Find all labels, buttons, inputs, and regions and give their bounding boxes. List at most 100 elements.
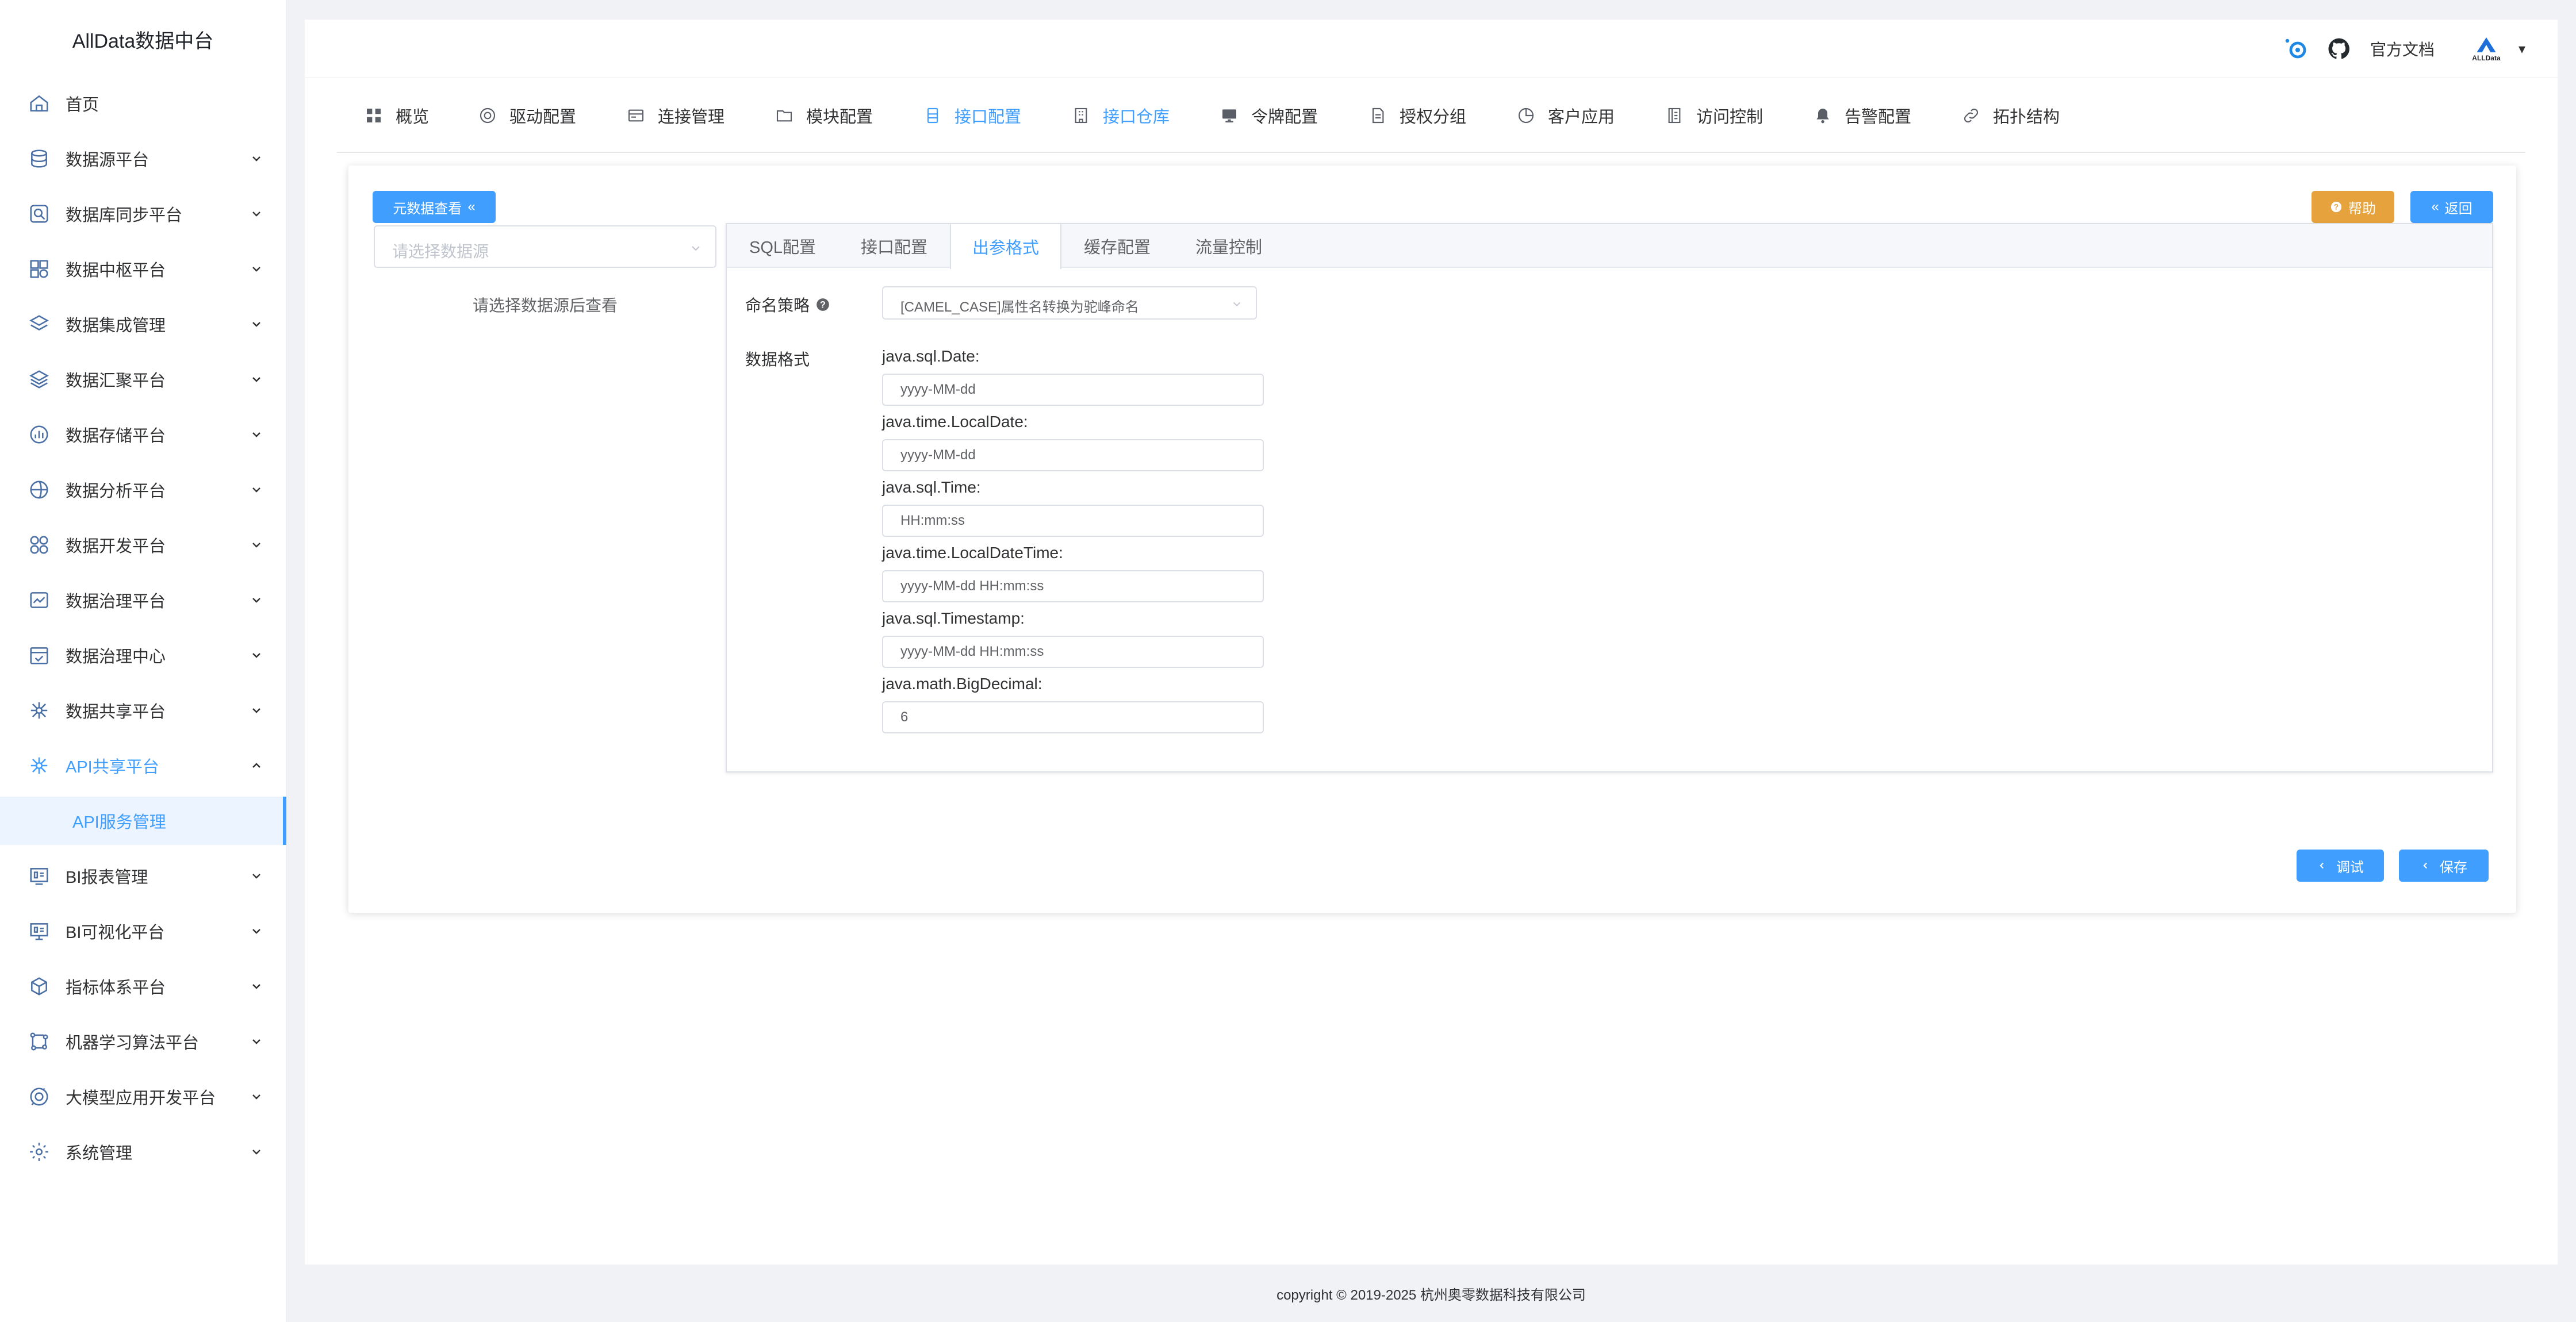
bigdecimal-input[interactable] [882,701,1264,733]
driver-icon [480,107,496,124]
metadata-view-button[interactable]: 元数据查看 « [373,191,496,223]
sidebar-item-bi-visual[interactable]: BI可视化平台 [0,904,286,959]
naming-strategy-select[interactable]: [CAMEL_CASE]属性名转换为驼峰命名 [882,286,1257,320]
tab-interface-config[interactable]: 接口配置 [838,224,950,268]
sql-timestamp-input-field[interactable] [883,637,1263,667]
chevron-down-icon [252,929,260,934]
topnav-auth-group[interactable]: 授权分组 [1368,101,1466,130]
chevron-down-icon [252,543,260,548]
pie-icon [1518,107,1534,124]
hub-icon [28,258,51,280]
sidebar-item-llm[interactable]: 大模型应用开发平台 [0,1069,286,1124]
tab-sql-config[interactable]: SQL配置 [727,224,838,268]
sidebar-item-governance[interactable]: 数据治理平台 [0,572,286,628]
sidebar-item-metrics[interactable]: 指标体系平台 [0,959,286,1014]
topnav-interface[interactable]: 接口配置 [923,101,1021,130]
topnav-warehouse[interactable]: 接口仓库 [1072,101,1170,130]
layers-icon [28,313,51,336]
topnav-alert[interactable]: 告警配置 [1814,101,1911,130]
datasource-select[interactable]: 请选择数据源 [374,225,716,268]
sidebar-subitem-label: API服务管理 [72,813,166,832]
sql-time-input[interactable] [882,505,1264,537]
naming-strategy-label: 命名策略 ? [745,293,830,316]
sidebar-item-api[interactable]: API共享平台 [0,738,286,793]
local-date-input-field[interactable] [883,440,1263,470]
avatar[interactable]: ALLData [2469,36,2504,62]
sidebar-item-aggregation[interactable]: 数据汇聚平台 [0,352,286,407]
topnav-overview[interactable]: 概览 [365,101,429,130]
sidebar-item-label: 机器学习算法平台 [66,1034,200,1052]
footer-copyright: copyright © 2019-2025 杭州奥零数据科技有限公司 [1276,1287,1586,1303]
sidebar-item-governance-center[interactable]: 数据治理中心 [0,628,286,683]
sidebar-item-hub[interactable]: 数据中枢平台 [0,241,286,297]
screenshot-icon[interactable] [2283,35,2310,63]
double-left-icon: « [467,199,476,214]
local-datetime-input[interactable] [882,570,1264,602]
topnav-module[interactable]: 模块配置 [775,101,873,130]
sidebar-subitem-api-service[interactable]: API服务管理 [0,797,286,845]
sidebar-item-ml[interactable]: 机器学习算法平台 [0,1014,286,1069]
tab-label: 接口配置 [860,239,927,257]
debug-button[interactable]: 调试 [2297,850,2384,882]
sidebar-item-datasource[interactable]: 数据源平台 [0,131,286,186]
topnav-topology[interactable]: 拓扑结构 [1962,101,2060,130]
chevron-up-icon [252,763,260,768]
sql-date-input-field[interactable] [883,375,1263,405]
sidebar-item-label: 数据源平台 [66,151,150,170]
sidebar-item-analysis[interactable]: 数据分析平台 [0,462,286,517]
sql-time-input-field[interactable] [883,506,1263,536]
save-button[interactable]: 保存 [2399,850,2489,882]
topnav-driver[interactable]: 驱动配置 [478,101,576,130]
topnav-label: 概览 [396,108,430,126]
question-circle-icon[interactable]: ? [815,297,830,312]
topnav-label: 接口配置 [954,108,1022,126]
sidebar-item-label: 数据治理中心 [66,648,166,666]
naming-strategy-value: [CAMEL_CASE]属性名转换为驼峰命名 [900,299,1139,315]
sidebar-item-storage[interactable]: 数据存储平台 [0,407,286,462]
naming-label-text: 命名策略 [745,297,810,314]
tab-output-format[interactable]: 出参格式 [950,224,1061,269]
chevron-down-icon [252,1039,260,1044]
sidebar-item-home[interactable]: 首页 [0,76,286,131]
sidebar-item-db-sync[interactable]: 数据库同步平台 [0,186,286,241]
tab-cache-config[interactable]: 缓存配置 [1061,224,1173,268]
sidebar-item-share[interactable]: 数据共享平台 [0,683,286,738]
local-date-input[interactable] [882,439,1264,471]
topnav-client-app[interactable]: 客户应用 [1517,101,1615,130]
topnav-connection[interactable]: 连接管理 [627,101,724,130]
sql-timestamp-input[interactable] [882,636,1264,668]
sidebar-item-dev[interactable]: 数据开发平台 [0,517,286,572]
github-icon[interactable] [2325,35,2353,63]
settings-icon [28,1140,51,1163]
topnav-label: 连接管理 [658,108,725,126]
tab-traffic-control[interactable]: 流量控制 [1173,224,1285,268]
sidebar-item-system[interactable]: 系统管理 [0,1124,286,1179]
topnav-label: 拓扑结构 [1993,108,2060,126]
sidebar-item-label: 数据开发平台 [66,537,166,556]
avatar-dropdown-icon[interactable]: ▾ [2518,41,2525,57]
question-circle-icon: ? [2330,201,2342,213]
sidebar-item-label: 首页 [66,96,99,114]
chevron-down-icon [252,708,260,713]
local-datetime-input-field[interactable] [883,571,1263,601]
connection-icon [628,109,644,122]
back-label: 返回 [2444,201,2472,217]
back-button[interactable]: « 返回 [2410,191,2493,223]
double-left-icon: « [2431,199,2439,214]
topnav-token[interactable]: 令牌配置 [1220,101,1318,130]
tab-label: SQL配置 [749,239,816,257]
topnav-label: 令牌配置 [1251,108,1318,126]
tabs-header: SQL配置 接口配置 出参格式 缓存配置 流量控制 [727,224,2492,269]
topnav-access-control[interactable]: 访问控制 [1665,101,1763,130]
bi-screen-icon [28,920,51,943]
sidebar-item-bi-report[interactable]: BI报表管理 [0,848,286,904]
bigdecimal-input-field[interactable] [883,702,1263,732]
docs-link[interactable]: 官方文档 [2370,37,2435,60]
tab-label: 缓存配置 [1083,239,1151,257]
datasource-hint: 请选择数据源后查看 [472,297,618,314]
stack-icon [28,368,51,391]
help-button[interactable]: ? 帮助 [2312,191,2394,223]
sql-date-input[interactable] [882,374,1264,406]
tab-label: 流量控制 [1195,239,1262,257]
sidebar-item-integration[interactable]: 数据集成管理 [0,297,286,352]
